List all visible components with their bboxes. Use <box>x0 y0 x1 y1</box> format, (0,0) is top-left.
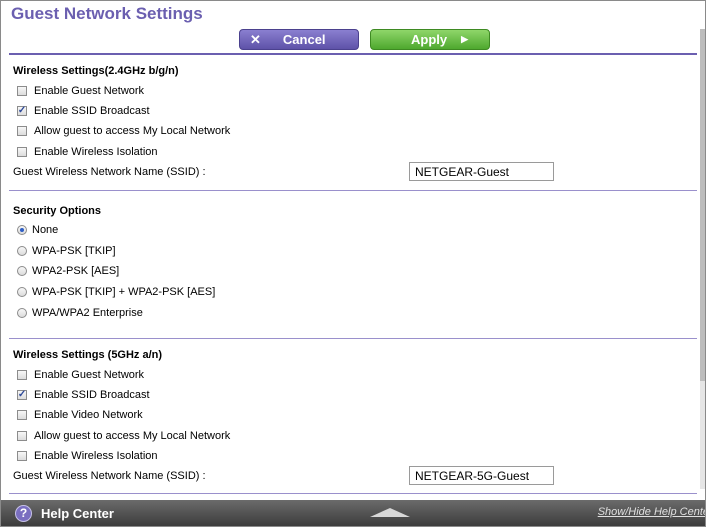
enable-ssid-broadcast-5-checkbox[interactable]: ✓ <box>17 390 27 400</box>
option-5-enable-guest-network[interactable]: Enable Guest Network <box>17 369 144 381</box>
option-label: WPA-PSK [TKIP] <box>32 245 116 257</box>
help-icon[interactable]: ? <box>15 504 32 522</box>
option-label: WPA2-PSK [AES] <box>32 265 120 277</box>
option-label: Enable Guest Network <box>34 369 145 381</box>
wireless-isolation-24-checkbox[interactable] <box>17 147 27 157</box>
option-label: Enable Wireless Isolation <box>34 146 158 158</box>
security-option-none[interactable]: None <box>17 224 58 236</box>
apply-button[interactable]: Apply ▶ <box>370 29 490 50</box>
option-label: Allow guest to access My Local Network <box>34 125 231 137</box>
header-divider <box>9 53 697 55</box>
section-divider <box>9 190 697 191</box>
option-24-allow-local-access[interactable]: Allow guest to access My Local Network <box>17 125 230 137</box>
ssid-24-input[interactable] <box>409 162 554 181</box>
security-wpa-wpa2-mixed-radio[interactable] <box>17 287 27 297</box>
help-center-bar: ? Help Center Show/Hide Help Cente <box>1 500 705 526</box>
close-icon: ✕ <box>250 31 261 47</box>
option-24-enable-ssid-broadcast[interactable]: ✓ Enable SSID Broadcast <box>17 105 150 117</box>
allow-local-access-24-checkbox[interactable] <box>17 126 27 136</box>
option-label: Enable Video Network <box>34 409 143 421</box>
wireless-isolation-5-checkbox[interactable] <box>17 451 27 461</box>
security-wpa2-psk-aes-radio[interactable] <box>17 266 27 276</box>
option-label: WPA/WPA2 Enterprise <box>32 307 143 319</box>
wireless-5ghz-section-title: Wireless Settings (5GHz a/n) <box>13 349 163 361</box>
option-label: Enable Wireless Isolation <box>34 450 158 462</box>
enable-ssid-broadcast-24-checkbox[interactable]: ✓ <box>17 106 27 116</box>
security-none-radio[interactable] <box>17 225 27 235</box>
guest-network-settings-panel: Guest Network Settings ✕ Cancel Apply ▶ … <box>0 0 706 527</box>
show-hide-help-link[interactable]: Show/Hide Help Cente <box>598 506 705 518</box>
allow-local-access-5-checkbox[interactable] <box>17 431 27 441</box>
section-divider <box>9 338 697 339</box>
option-label: Enable Guest Network <box>34 85 145 97</box>
help-center-label[interactable]: Help Center <box>41 506 114 521</box>
security-option-wpa-wpa2-mixed[interactable]: WPA-PSK [TKIP] + WPA2-PSK [AES] <box>17 286 215 298</box>
apply-button-label: Apply <box>411 32 448 47</box>
ssid-5-label: Guest Wireless Network Name (SSID) : <box>13 470 206 482</box>
option-5-wireless-isolation[interactable]: Enable Wireless Isolation <box>17 450 158 462</box>
option-5-enable-video-network[interactable]: Enable Video Network <box>17 409 143 421</box>
enable-guest-network-24-checkbox[interactable] <box>17 86 27 96</box>
security-option-enterprise[interactable]: WPA/WPA2 Enterprise <box>17 307 143 319</box>
enable-guest-network-5-checkbox[interactable] <box>17 370 27 380</box>
security-option-wpa2-psk-aes[interactable]: WPA2-PSK [AES] <box>17 265 119 277</box>
security-enterprise-radio[interactable] <box>17 308 27 318</box>
wireless-24ghz-section-title: Wireless Settings(2.4GHz b/g/n) <box>13 65 179 77</box>
option-label: WPA-PSK [TKIP] + WPA2-PSK [AES] <box>32 286 216 298</box>
ssid-24-label: Guest Wireless Network Name (SSID) : <box>13 166 206 178</box>
option-label: Enable SSID Broadcast <box>34 389 150 401</box>
security-wpa-psk-tkip-radio[interactable] <box>17 246 27 256</box>
security-options-title: Security Options <box>13 205 102 217</box>
security-option-wpa-psk-tkip[interactable]: WPA-PSK [TKIP] <box>17 245 116 257</box>
enable-video-network-5-checkbox[interactable] <box>17 410 27 420</box>
option-5-allow-local-access[interactable]: Allow guest to access My Local Network <box>17 430 230 442</box>
option-label: Enable SSID Broadcast <box>34 105 150 117</box>
option-24-enable-guest-network[interactable]: Enable Guest Network <box>17 85 144 97</box>
cancel-button-label: Cancel <box>282 32 326 47</box>
arrow-right-icon: ▶ <box>461 34 469 44</box>
cancel-button[interactable]: ✕ Cancel <box>239 29 359 50</box>
option-label: Allow guest to access My Local Network <box>34 430 231 442</box>
option-24-wireless-isolation[interactable]: Enable Wireless Isolation <box>17 146 158 158</box>
option-5-enable-ssid-broadcast[interactable]: ✓ Enable SSID Broadcast <box>17 389 150 401</box>
section-divider <box>9 493 697 494</box>
page-title: Guest Network Settings <box>11 4 203 23</box>
chevron-up-icon[interactable] <box>370 508 410 517</box>
option-label: None <box>32 224 59 236</box>
ssid-5-input[interactable] <box>409 466 554 485</box>
scrollbar-thumb[interactable] <box>700 29 705 381</box>
